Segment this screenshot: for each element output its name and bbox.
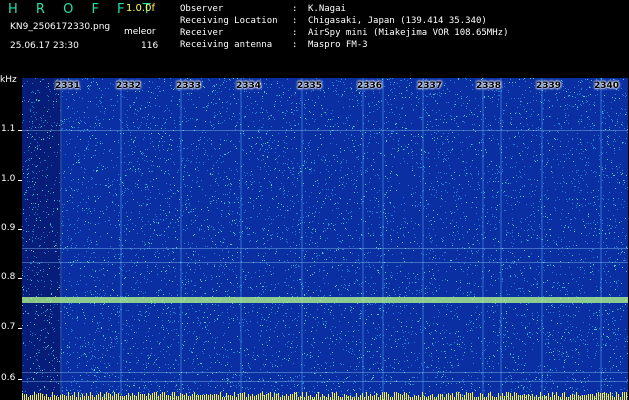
- spectrogram-panel: [22, 78, 628, 400]
- x-tick-label: 2337: [417, 81, 443, 91]
- x-tick-label: 2334: [236, 81, 262, 91]
- horizontal-reference: [22, 381, 628, 382]
- y-tick-label: 0.9: [1, 223, 16, 233]
- info-separator: :: [292, 16, 298, 26]
- vertical-band: [541, 78, 543, 400]
- info-separator: :: [292, 40, 298, 50]
- file-name: KN9_2506172330.png: [10, 22, 111, 32]
- info-label: Observer: [180, 4, 224, 14]
- y-tick-label: 1.1: [1, 124, 16, 134]
- x-tick-label: 2333: [176, 81, 202, 91]
- info-row-receiver: Receiver : AirSpy mini (Miakejima VOR 10…: [180, 27, 508, 39]
- info-row-antenna: Receiving antenna : Maspro FM-3: [180, 39, 508, 51]
- info-label: Receiving antenna: [180, 40, 273, 50]
- y-tick-label: 0.8: [1, 272, 16, 282]
- vertical-band: [482, 78, 484, 400]
- x-tick-label: 2331: [55, 81, 81, 91]
- vertical-band: [240, 78, 242, 400]
- y-tick-mark: [18, 130, 22, 131]
- y-axis-unit: kHz: [0, 75, 17, 85]
- info-row-observer: Observer : K.Nagai: [180, 3, 508, 15]
- vertical-band: [422, 78, 424, 400]
- meleor-label: meleor: [124, 27, 156, 37]
- horizontal-reference: [22, 372, 628, 373]
- horizontal-reference: [22, 262, 628, 263]
- x-tick-label: 2339: [536, 81, 562, 91]
- hroft-display: H R O F F T 1.0.0f KN9_2506172330.png me…: [0, 0, 629, 400]
- station-info: Observer : K.Nagai Receiving Location : …: [180, 3, 508, 51]
- vertical-band: [382, 78, 384, 400]
- x-tick-label: 2340: [594, 81, 620, 91]
- vertical-band: [301, 78, 303, 400]
- y-tick-label: 0.6: [1, 373, 16, 383]
- timestamp: 25.06.17 23:30: [10, 41, 79, 51]
- y-tick-mark: [18, 328, 22, 329]
- vertical-band: [120, 78, 122, 400]
- x-tick-label: 2335: [297, 81, 323, 91]
- info-value: AirSpy mini (Miakejima VOR 108.65MHz): [308, 28, 509, 38]
- info-label: Receiver: [180, 28, 224, 38]
- y-tick-mark: [18, 379, 22, 380]
- y-tick-label: 1.0: [1, 174, 16, 184]
- vertical-band: [362, 78, 364, 400]
- y-tick-mark: [18, 229, 22, 230]
- x-tick-label: 2332: [116, 81, 142, 91]
- y-tick-label: 0.7: [1, 322, 16, 332]
- info-value: Maspro FM-3: [308, 40, 368, 50]
- info-separator: :: [292, 28, 298, 38]
- y-tick-mark: [18, 180, 22, 181]
- spectrogram-plot: [22, 78, 628, 400]
- version-label: 1.0.0f: [126, 3, 155, 14]
- horizontal-reference: [22, 130, 628, 131]
- vertical-band: [600, 78, 602, 400]
- info-label: Receiving Location: [180, 16, 278, 26]
- vertical-band: [500, 78, 502, 400]
- carrier-trace: [22, 297, 628, 303]
- info-value: K.Nagai: [308, 4, 346, 14]
- horizontal-reference: [22, 248, 628, 249]
- info-row-location: Receiving Location : Chigasaki, Japan (1…: [180, 15, 508, 27]
- meteor-count: 116: [141, 41, 159, 51]
- x-tick-label: 2336: [357, 81, 383, 91]
- info-value: Chigasaki, Japan (139.414 35.340): [308, 16, 487, 26]
- vertical-band: [180, 78, 182, 400]
- vertical-band: [60, 78, 62, 400]
- y-tick-mark: [18, 278, 22, 279]
- x-tick-label: 2338: [476, 81, 502, 91]
- info-separator: :: [292, 4, 298, 14]
